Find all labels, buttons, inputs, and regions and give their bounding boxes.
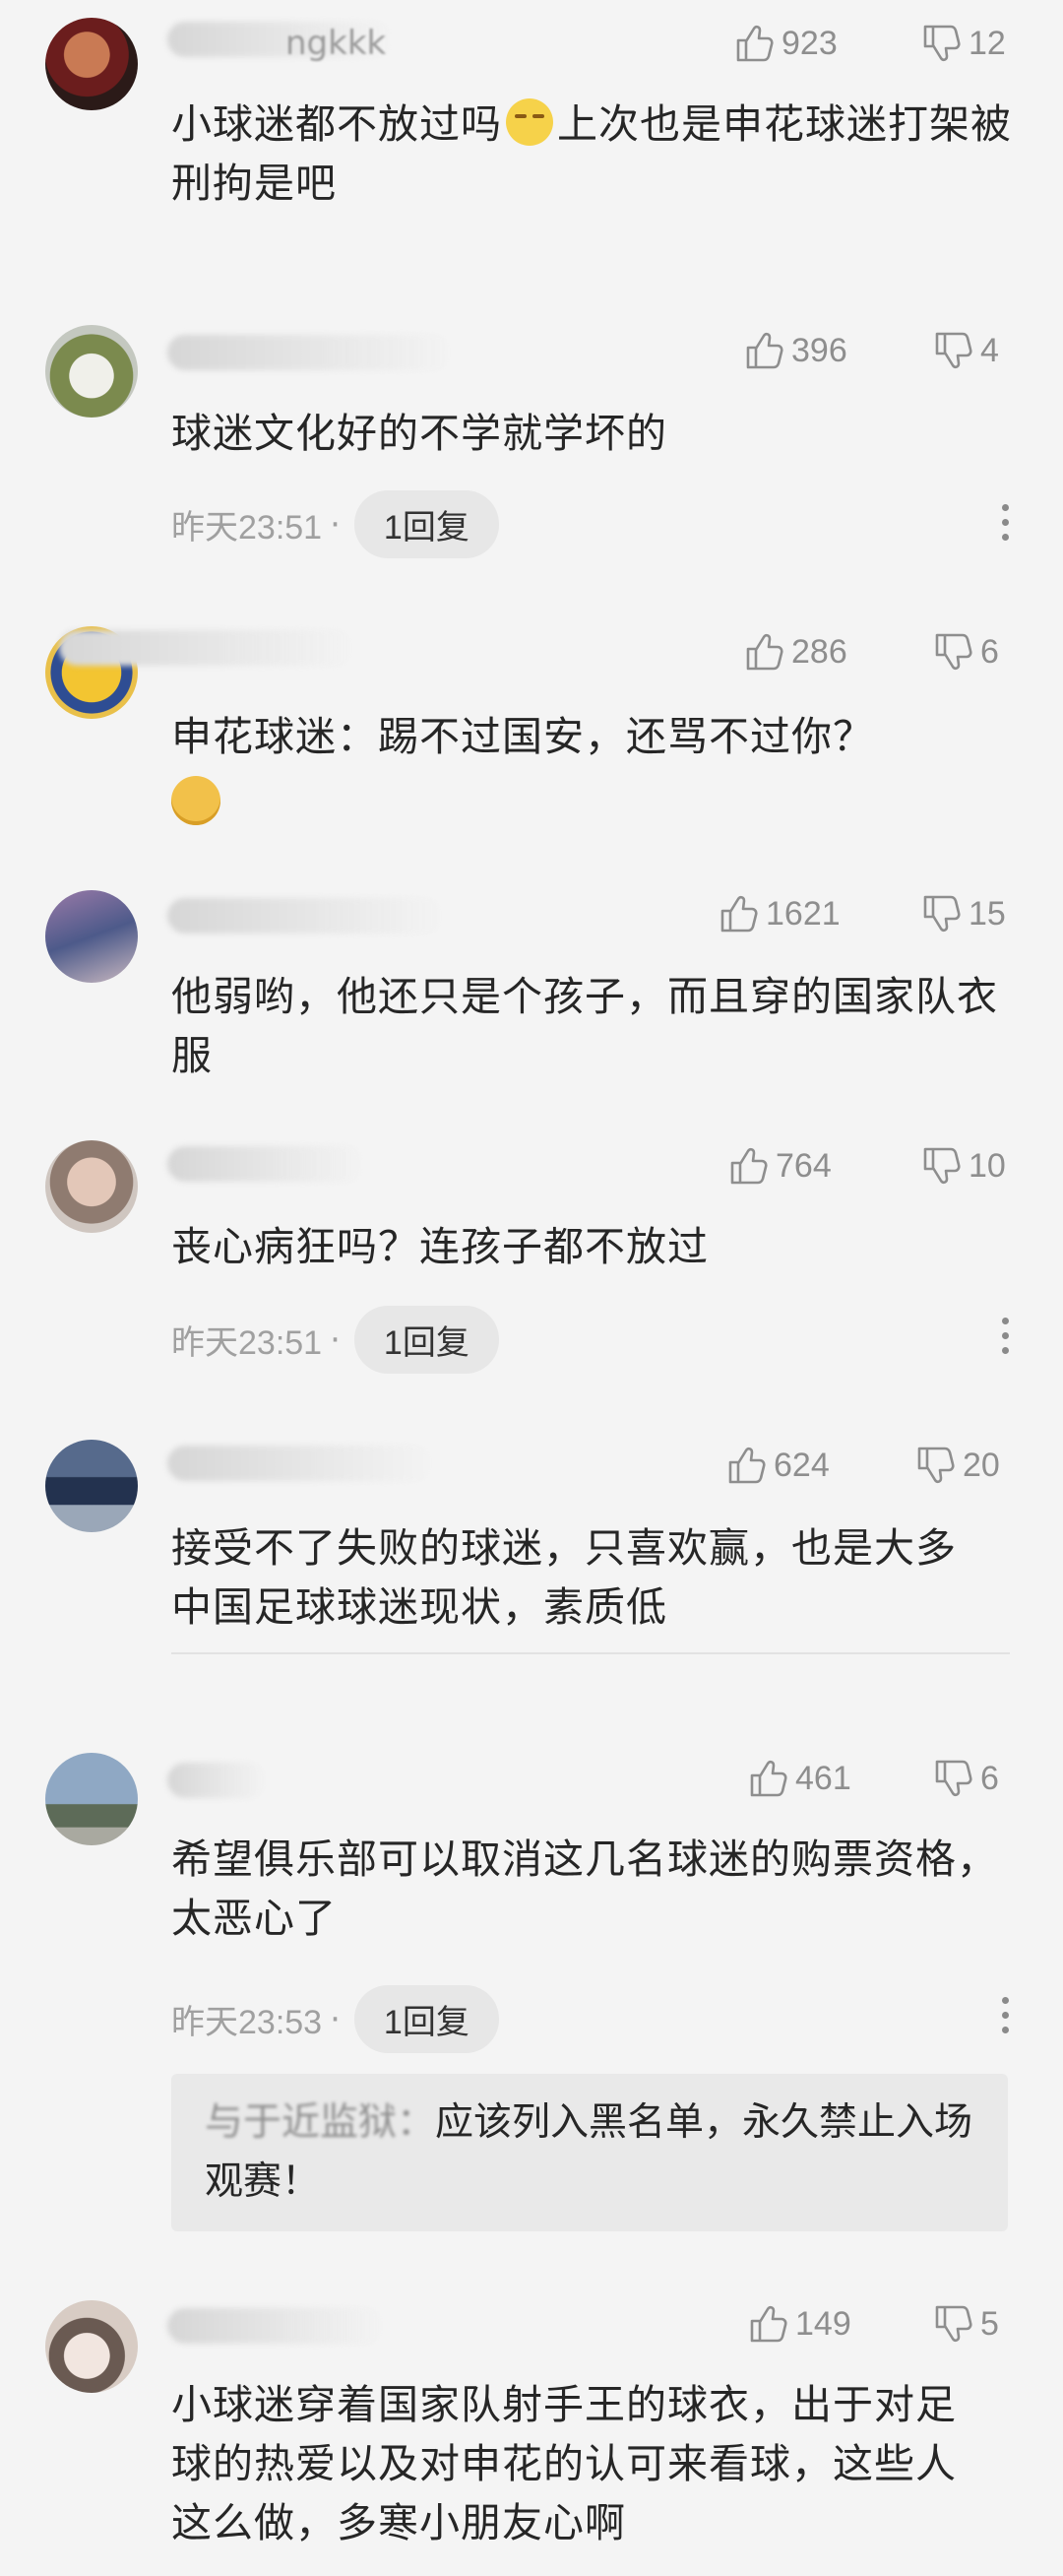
like-button[interactable]: 624	[724, 1444, 830, 1487]
comment-text: 希望俱乐部可以取消这几名球迷的购票资格，太恶心了	[171, 1835, 998, 1942]
dislike-button[interactable]: 6	[931, 630, 999, 674]
thumbs-up-icon	[746, 1757, 789, 1800]
like-count: 149	[795, 2304, 851, 2343]
comment-text: 接受不了失败的球迷，只喜欢赢，也是大多中国足球球迷现状，素质低	[171, 1524, 957, 1631]
thumbs-up-icon	[732, 22, 776, 65]
thumbs-up-icon	[746, 2302, 789, 2346]
thumbs-down-icon	[931, 630, 974, 674]
username[interactable]	[167, 1146, 364, 1182]
cat-emoji-icon	[171, 776, 220, 825]
like-button[interactable]: 286	[742, 630, 847, 674]
thumbs-down-icon	[913, 1444, 957, 1487]
reply-count-button[interactable]: 1回复	[353, 490, 499, 558]
dislike-button[interactable]: 15	[919, 892, 1006, 935]
dislike-count: 10	[969, 1146, 1006, 1185]
like-button[interactable]: 396	[742, 329, 847, 372]
dislike-button[interactable]: 4	[931, 329, 999, 372]
more-vertical-icon[interactable]	[1000, 1997, 1010, 2041]
thumbs-up-icon	[724, 1444, 768, 1487]
avatar[interactable]	[45, 1140, 138, 1233]
dislike-count: 20	[963, 1446, 1000, 1484]
dislike-button[interactable]: 12	[919, 22, 1006, 65]
thumbs-down-icon	[919, 22, 963, 65]
dislike-button[interactable]: 6	[931, 1757, 999, 1800]
comment-meta: 昨天23:51 · 1回复	[171, 1306, 499, 1374]
thumbs-down-icon	[931, 2302, 974, 2346]
thumbs-down-icon	[931, 329, 974, 372]
dislike-count: 12	[969, 24, 1006, 62]
comment-text: 申花球迷：踢不过国安，还骂不过你？	[171, 713, 874, 760]
comment-text: 丧心病狂吗？连孩子都不放过	[171, 1223, 709, 1270]
like-count: 286	[791, 632, 847, 671]
sub-reply-username[interactable]: 与于近监狱：	[205, 2100, 435, 2145]
divider	[171, 1652, 1010, 1654]
username-text: ngkkk	[285, 24, 387, 63]
avatar[interactable]	[45, 1440, 138, 1532]
sub-reply[interactable]: 与于近监狱：应该列入黑名单，永久禁止入场观赛！	[171, 2074, 1008, 2231]
separator-dot: ·	[330, 504, 341, 545]
thumbs-up-icon	[742, 329, 785, 372]
like-count: 461	[795, 1759, 851, 1797]
username[interactable]	[167, 1763, 266, 1798]
thumbs-up-icon	[726, 1144, 770, 1188]
username[interactable]	[167, 898, 443, 934]
thumbs-up-icon	[717, 892, 760, 935]
comment-text: 他弱哟，他还只是个孩子，而且穿的国家队衣服	[171, 973, 998, 1079]
dislike-count: 4	[980, 331, 999, 369]
like-button[interactable]: 923	[732, 22, 838, 65]
timestamp: 昨天23:53	[171, 2004, 323, 2041]
username[interactable]	[167, 2308, 384, 2344]
avatar[interactable]	[45, 18, 138, 110]
emoji-icon	[506, 98, 553, 146]
username[interactable]	[59, 630, 354, 666]
more-vertical-icon[interactable]	[1000, 504, 1010, 548]
avatar[interactable]	[45, 325, 138, 418]
dislike-count: 5	[980, 2304, 999, 2343]
separator-dot: ·	[330, 1320, 341, 1360]
dislike-count: 6	[980, 1759, 999, 1797]
thumbs-up-icon	[742, 630, 785, 674]
separator-dot: ·	[330, 1999, 341, 2039]
comment-text: 小球迷穿着国家队射手王的球衣，出于对足球的热爱以及对申花的认可来看球，这些人这么…	[171, 2381, 957, 2546]
thumbs-down-icon	[919, 1144, 963, 1188]
reply-count-button[interactable]: 1回复	[353, 1985, 499, 2053]
like-button[interactable]: 1621	[717, 892, 841, 935]
like-button[interactable]: 764	[726, 1144, 832, 1188]
like-count: 923	[782, 24, 838, 62]
thumbs-down-icon	[931, 1757, 974, 1800]
comment-text: 小球迷都不放过吗 上次也是申花球迷打架被刑拘是吧	[171, 98, 1012, 207]
timestamp: 昨天23:51	[171, 509, 323, 547]
like-count: 624	[774, 1446, 830, 1484]
like-button[interactable]: 149	[746, 2302, 851, 2346]
username[interactable]	[167, 1446, 433, 1481]
like-count: 1621	[766, 894, 841, 933]
comment-meta: 昨天23:53 · 1回复	[171, 1985, 499, 2053]
timestamp: 昨天23:51	[171, 1324, 323, 1362]
comment-text: 球迷文化好的不学就学坏的	[171, 410, 667, 457]
dislike-count: 6	[980, 632, 999, 671]
dislike-button[interactable]: 10	[919, 1144, 1006, 1188]
username[interactable]	[167, 335, 453, 370]
reply-count-button[interactable]: 1回复	[353, 1306, 499, 1374]
avatar[interactable]	[45, 2300, 138, 2393]
more-vertical-icon[interactable]	[1000, 1318, 1010, 1362]
comment-meta: 昨天23:51 · 1回复	[171, 490, 499, 558]
dislike-button[interactable]: 20	[913, 1444, 1000, 1487]
like-button[interactable]: 461	[746, 1757, 851, 1800]
like-count: 764	[776, 1146, 832, 1185]
dislike-count: 15	[969, 894, 1006, 933]
avatar[interactable]	[45, 1753, 138, 1845]
like-count: 396	[791, 331, 847, 369]
thumbs-down-icon	[919, 892, 963, 935]
dislike-button[interactable]: 5	[931, 2302, 999, 2346]
avatar[interactable]	[45, 890, 138, 983]
